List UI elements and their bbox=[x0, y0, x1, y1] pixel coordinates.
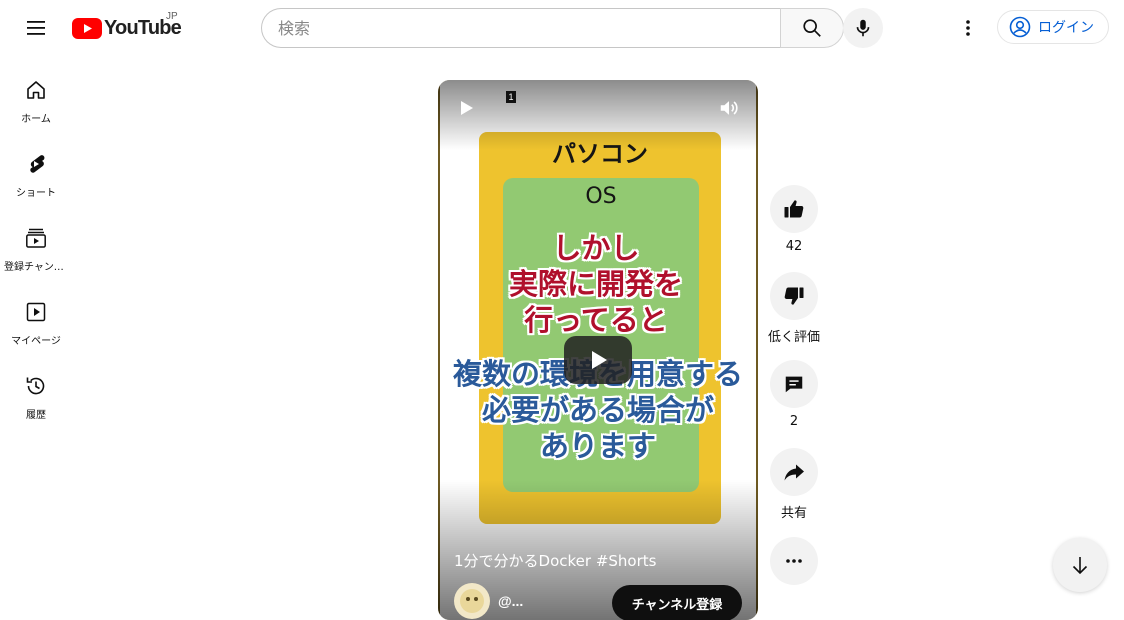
avatar-icon bbox=[460, 589, 484, 613]
you-icon bbox=[26, 302, 46, 322]
youtube-logo[interactable]: YouTube bbox=[72, 16, 182, 40]
share-button[interactable] bbox=[770, 448, 818, 496]
channel-name[interactable]: @... bbox=[498, 593, 523, 609]
like-action: 42 bbox=[770, 185, 818, 254]
caption-red-line: 実際に開発を bbox=[508, 267, 683, 301]
share-label: 共有 bbox=[780, 506, 807, 521]
voice-search-button[interactable] bbox=[843, 8, 883, 48]
home-icon bbox=[27, 81, 45, 99]
sign-in-button[interactable]: ログイン bbox=[997, 10, 1109, 44]
share-icon bbox=[784, 464, 804, 481]
subscribe-button[interactable]: チャンネル登録 bbox=[612, 585, 742, 620]
comment-count: 2 bbox=[789, 414, 799, 429]
caption-red-line: 行ってると bbox=[524, 303, 668, 337]
sidebar-item-subscriptions[interactable]: 登録チャンネル bbox=[4, 204, 68, 278]
large-play-button[interactable] bbox=[564, 336, 632, 384]
thumbs-up-icon bbox=[784, 200, 804, 218]
sidebar-item-home[interactable]: ホーム bbox=[4, 56, 68, 130]
search-button[interactable] bbox=[780, 8, 844, 48]
channel-avatar[interactable] bbox=[454, 583, 490, 619]
top-gradient bbox=[438, 80, 758, 150]
search-input[interactable] bbox=[261, 8, 780, 48]
microphone-icon bbox=[856, 19, 870, 37]
sidebar-item-label: ショート bbox=[16, 188, 56, 199]
slide-os-label: OS bbox=[585, 184, 617, 209]
sidebar-item-history[interactable]: 履歴 bbox=[4, 352, 68, 426]
history-icon bbox=[26, 377, 45, 395]
dislike-action: 低く評価 bbox=[768, 272, 821, 345]
account-circle-icon bbox=[1009, 16, 1031, 38]
share-action: 共有 bbox=[770, 448, 818, 521]
sidebar-item-you[interactable]: マイページ bbox=[4, 278, 68, 352]
caption-red-line: しかし bbox=[552, 231, 640, 265]
dislike-label: 低く評価 bbox=[768, 330, 821, 345]
like-button[interactable] bbox=[770, 185, 818, 233]
guide-menu-button[interactable] bbox=[16, 8, 56, 48]
sign-in-label: ログイン bbox=[1038, 20, 1094, 36]
player-volume-button[interactable] bbox=[718, 97, 740, 124]
caption-blue-line: 必要がある場合が bbox=[481, 393, 714, 427]
region-code: JP bbox=[166, 11, 178, 22]
masthead: YouTube JP ログイン bbox=[0, 0, 1124, 56]
sidebar-item-label: ホーム bbox=[21, 114, 51, 125]
dislike-button[interactable] bbox=[770, 272, 818, 320]
sidebar-item-label: マイページ bbox=[11, 336, 61, 347]
subscriptions-icon bbox=[26, 228, 46, 248]
sidebar-item-shorts[interactable]: ショート bbox=[4, 130, 68, 204]
play-icon bbox=[461, 101, 473, 115]
youtube-play-logo-icon bbox=[72, 17, 102, 39]
next-video-button[interactable] bbox=[1053, 538, 1107, 592]
comment-action: 2 bbox=[770, 360, 818, 429]
more-action bbox=[770, 537, 818, 585]
shorts-icon bbox=[30, 155, 45, 173]
arrow-down-icon bbox=[1072, 557, 1088, 575]
comments-button[interactable] bbox=[770, 360, 818, 408]
sidebar-item-label: 履歴 bbox=[26, 410, 46, 421]
mini-guide: ホーム ショート 登録チャンネル マイページ 履歴 bbox=[0, 56, 72, 426]
sidebar-item-label: 登録チャンネル bbox=[4, 262, 68, 273]
more-vertical-icon bbox=[966, 20, 970, 36]
like-count: 42 bbox=[785, 239, 803, 254]
player-play-button[interactable] bbox=[456, 98, 476, 123]
play-icon bbox=[592, 351, 607, 369]
settings-more-button[interactable] bbox=[948, 8, 988, 48]
more-actions-button[interactable] bbox=[770, 537, 818, 585]
caption-blue-line: あります bbox=[539, 429, 656, 463]
video-title[interactable]: 1分で分かるDocker #Shorts bbox=[454, 550, 656, 571]
comment-icon bbox=[785, 376, 803, 393]
thumbs-down-icon bbox=[784, 287, 804, 305]
volume-icon bbox=[720, 101, 738, 115]
player-counter-badge: 1 bbox=[506, 91, 516, 103]
more-horizontal-icon bbox=[786, 559, 802, 563]
search-box bbox=[261, 8, 844, 48]
shorts-player[interactable]: パソコン OS しかし 実際に開発を 行ってると 複数の環境を用意する 必要があ… bbox=[438, 80, 758, 620]
search-icon bbox=[803, 19, 821, 37]
hamburger-icon bbox=[27, 21, 45, 35]
